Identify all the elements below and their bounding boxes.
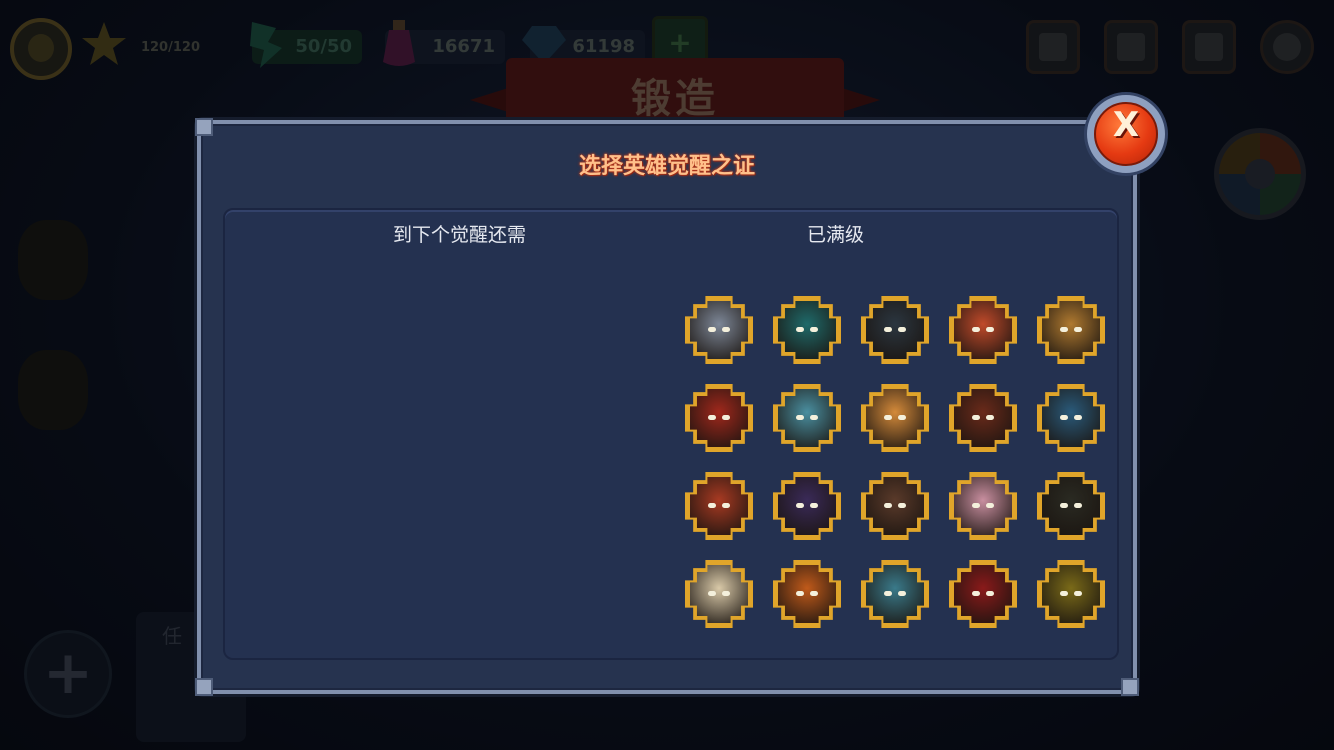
hero-awakening-proof[interactable] (861, 296, 929, 364)
hero-eye (1060, 503, 1068, 508)
hero-eye (972, 415, 980, 420)
hero-portrait-icon (690, 301, 748, 359)
close-button[interactable]: X (1084, 92, 1168, 176)
hero-awakening-proof[interactable] (685, 472, 753, 540)
hero-awakening-proof[interactable] (1037, 296, 1105, 364)
hero-awakening-proof[interactable] (1037, 384, 1105, 452)
hero-portrait-icon (954, 477, 1012, 535)
hero-eye (810, 503, 818, 508)
hero-eye (972, 327, 980, 332)
hero-eye (986, 591, 994, 596)
hero-eye (1074, 415, 1082, 420)
hero-eye (898, 591, 906, 596)
hero-portrait-icon (1042, 565, 1100, 623)
hero-awakening-proof[interactable] (685, 296, 753, 364)
hero-eye (810, 327, 818, 332)
hero-eye (1074, 327, 1082, 332)
hero-portrait-icon (866, 301, 924, 359)
hero-eye (722, 415, 730, 420)
hero-portrait-icon (778, 565, 836, 623)
hero-eye (898, 415, 906, 420)
hero-portrait-icon (778, 301, 836, 359)
hero-awakening-proof[interactable] (861, 384, 929, 452)
hero-eye (972, 591, 980, 596)
hero-awakening-proof[interactable] (949, 296, 1017, 364)
hero-portrait-icon (954, 389, 1012, 447)
hero-eye (796, 327, 804, 332)
hero-awakening-proof[interactable] (1037, 472, 1105, 540)
hero-eye (884, 415, 892, 420)
hero-portrait-icon (690, 389, 748, 447)
hero-eye (884, 327, 892, 332)
hero-eye (796, 415, 804, 420)
hero-eye (1060, 327, 1068, 332)
select-awakening-proof-dialog: 选择英雄觉醒之证 到下个觉醒还需 已满级 (195, 118, 1139, 696)
hero-portrait-icon (690, 477, 748, 535)
hero-eye (708, 503, 716, 508)
hero-eye (722, 503, 730, 508)
next-awakening-label: 到下个觉醒还需 (393, 224, 527, 246)
dialog-title: 选择英雄觉醒之证 (578, 154, 755, 179)
hero-portrait-icon (1042, 477, 1100, 535)
hero-eye (708, 591, 716, 596)
hero-portrait-icon (1042, 389, 1100, 447)
dialog-corner (195, 678, 213, 696)
hero-awakening-proof[interactable] (861, 560, 929, 628)
hero-eye (986, 415, 994, 420)
hero-portrait-icon (866, 389, 924, 447)
hero-eye (810, 415, 818, 420)
hero-portrait-icon (866, 477, 924, 535)
hero-eye (972, 503, 980, 508)
hero-eye (722, 327, 730, 332)
hero-eye (884, 503, 892, 508)
hero-eye (898, 327, 906, 332)
hero-awakening-proof[interactable] (685, 384, 753, 452)
close-label: X (1112, 105, 1140, 145)
hero-eye (1074, 591, 1082, 596)
dialog-corner (195, 118, 213, 136)
hero-awakening-proof[interactable] (773, 472, 841, 540)
hero-awakening-proof[interactable] (773, 384, 841, 452)
hero-awakening-proof[interactable] (1037, 560, 1105, 628)
hero-portrait-icon (1042, 301, 1100, 359)
hero-eye (1074, 503, 1082, 508)
hero-awakening-proof[interactable] (949, 472, 1017, 540)
hero-eye (986, 503, 994, 508)
hero-portrait-icon (778, 477, 836, 535)
hero-awakening-proof[interactable] (773, 296, 841, 364)
hero-awakening-proof[interactable] (773, 560, 841, 628)
dialog-content-panel: 到下个觉醒还需 已满级 (223, 208, 1119, 660)
max-level-label: 已满级 (807, 224, 865, 246)
hero-eye (796, 503, 804, 508)
hero-portrait-icon (866, 565, 924, 623)
hero-awakening-proof[interactable] (861, 472, 929, 540)
hero-eye (898, 503, 906, 508)
hero-portrait-icon (954, 301, 1012, 359)
hero-eye (884, 591, 892, 596)
hero-eye (1060, 591, 1068, 596)
hero-eye (708, 415, 716, 420)
hero-portrait-icon (778, 389, 836, 447)
hero-eye (722, 591, 730, 596)
hero-eye (708, 327, 716, 332)
hero-awakening-proof[interactable] (685, 560, 753, 628)
hero-eye (1060, 415, 1068, 420)
hero-portrait-icon (954, 565, 1012, 623)
hero-awakening-proof[interactable] (949, 560, 1017, 628)
hero-awakening-proof[interactable] (949, 384, 1017, 452)
hero-eye (986, 327, 994, 332)
dialog-corner (1121, 678, 1139, 696)
hero-eye (810, 591, 818, 596)
hero-eye (796, 591, 804, 596)
hero-portrait-icon (690, 565, 748, 623)
